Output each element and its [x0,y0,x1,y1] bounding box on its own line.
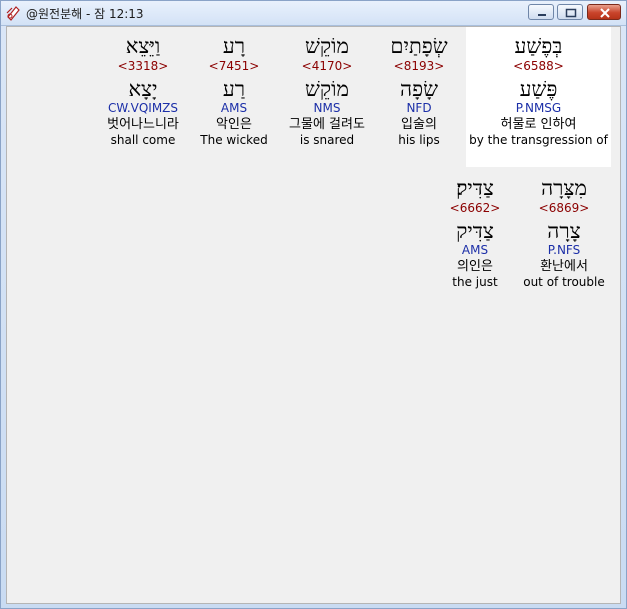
maximize-button[interactable] [557,4,583,20]
english-gloss: The wicked [200,133,268,147]
korean-gloss: 허물로 인하여 [500,117,577,132]
app-window: @원전분해 - 잠 12:13 בְּפֶשַׁע <6588> פֶּשַׁע… [0,0,627,609]
korean-gloss: 벗어나느니라 [107,117,179,132]
hebrew-lemma: פֶּשַׁע [519,77,558,101]
hebrew-lemma: צָרָה [547,219,581,243]
strong-number[interactable]: <3318> [96,59,190,74]
korean-gloss: 의인은 [457,259,493,274]
hebrew-word: שְׂפָתַיִם [390,34,448,58]
english-gloss: is snared [299,133,355,147]
minimize-button[interactable] [528,4,554,20]
word-block[interactable]: שְׂפָתַיִם <8193> שָׂפָה NFD 입술의 his lip… [372,27,466,148]
hebrew-lemma: רַע [222,77,246,101]
morph-code: AMS [220,101,248,115]
korean-gloss: 그물에 걸려도 [289,117,365,132]
english-gloss: by the transgression of [469,133,608,147]
maximize-icon [565,8,577,18]
word-block[interactable]: רָע <7451> רַע AMS 악인은 The wicked [187,27,281,148]
english-gloss: the just [452,275,498,289]
strong-number[interactable]: <6588> [466,59,611,74]
hebrew-word: צַדִּיק׃ [456,176,494,200]
close-button[interactable] [587,4,621,20]
hebrew-lemma: צַדִּיק [456,219,494,243]
morph-code: NFD [406,101,432,115]
word-block[interactable]: מִצָּרָה <6869> צָרָה P.NFS 환난에서 out of … [517,169,611,290]
hebrew-word: וַיֵּצֵא [125,34,161,58]
word-block[interactable]: צַדִּיק׃ <6662> צַדִּיק AMS 의인은 the just [436,169,514,290]
hebrew-word: מִצָּרָה [541,176,587,200]
strong-number[interactable]: <6662> [436,201,514,216]
window-title: @원전분해 - 잠 12:13 [26,7,144,21]
english-gloss: shall come [110,133,176,147]
strong-number[interactable]: <7451> [187,59,281,74]
interlinear-panel: בְּפֶשַׁע <6588> פֶּשַׁע P.NMSG 허물로 인하여 … [6,26,621,604]
hebrew-word: בְּפֶשַׁע [514,34,563,58]
hebrew-lemma: שָׂפָה [400,77,438,101]
morph-code: CW.VQIMZS [107,101,179,115]
strong-number[interactable]: <8193> [372,59,466,74]
hebrew-lemma: יָצָא [128,77,158,101]
morph-code: P.NMSG [515,101,562,115]
morph-code: NMS [313,101,341,115]
english-gloss: out of trouble [523,275,605,289]
hebrew-word: מוֹקֵשׁ [305,34,349,58]
app-icon [5,5,21,21]
korean-gloss: 악인은 [216,117,252,132]
hebrew-lemma: מוֹקֵשׁ [305,77,349,101]
korean-gloss: 환난에서 [540,259,588,274]
korean-gloss: 입술의 [401,117,437,132]
morph-code: AMS [461,243,489,257]
morph-code: P.NFS [547,243,581,257]
close-icon [600,8,610,18]
word-block[interactable]: וַיֵּצֵא <3318> יָצָא CW.VQIMZS 벗어나느니라 s… [96,27,190,148]
minimize-icon [538,14,546,16]
strong-number[interactable]: <4170> [280,59,374,74]
strong-number[interactable]: <6869> [517,201,611,216]
word-block[interactable]: בְּפֶשַׁע <6588> פֶּשַׁע P.NMSG 허물로 인하여 … [466,27,611,167]
word-block[interactable]: מוֹקֵשׁ <4170> מוֹקֵשׁ NMS 그물에 걸려도 is sn… [280,27,374,148]
english-gloss: his lips [398,133,440,147]
title-bar[interactable]: @원전분해 - 잠 12:13 [1,1,626,26]
hebrew-word: רָע [222,34,246,58]
